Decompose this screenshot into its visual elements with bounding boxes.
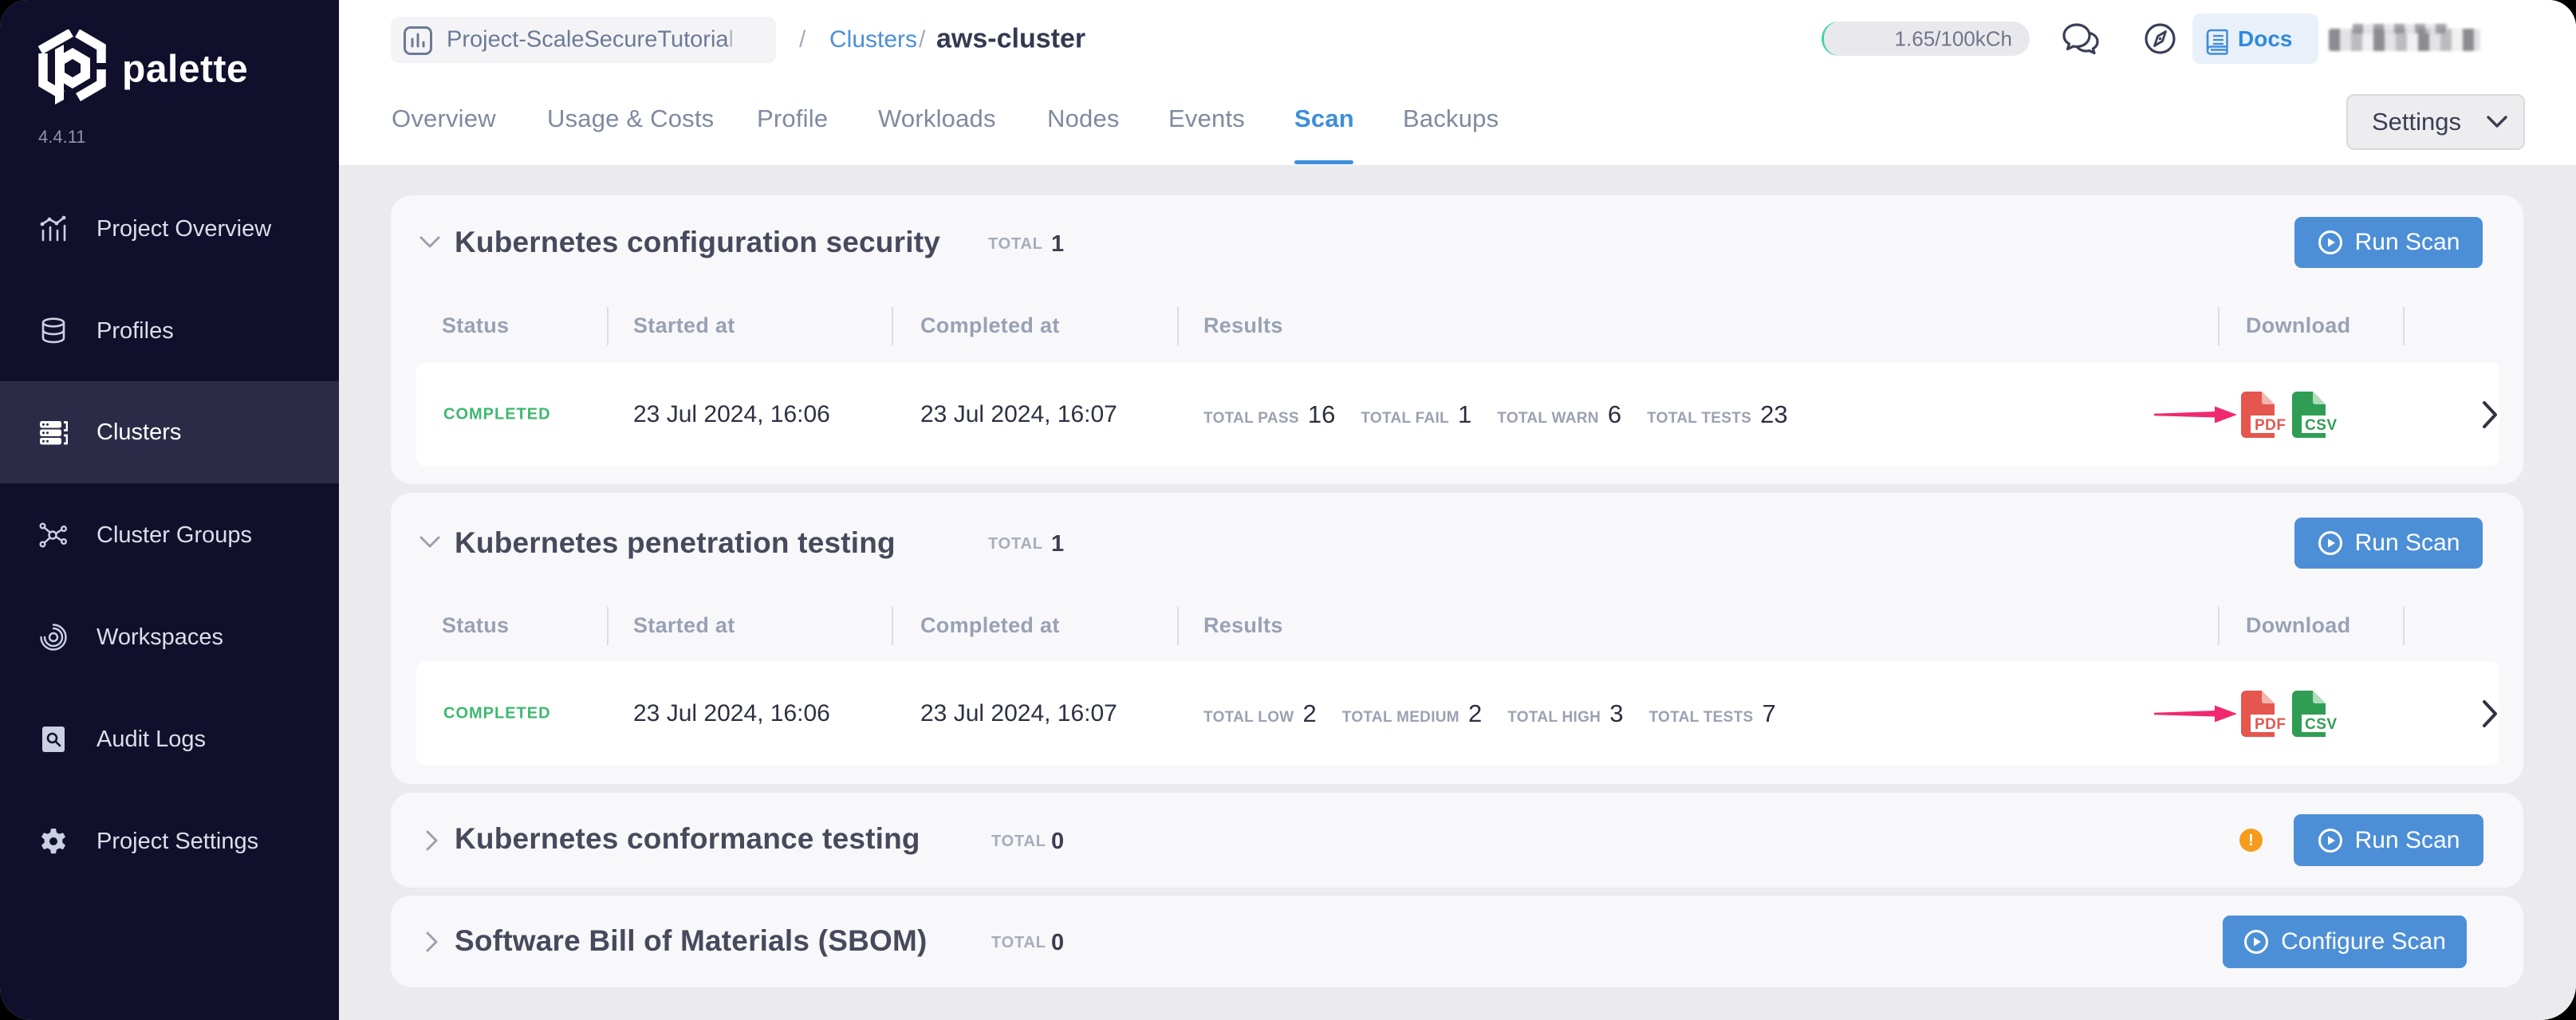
svg-text:PDF: PDF [2255, 716, 2286, 733]
svg-text:CSV: CSV [2305, 417, 2338, 434]
svg-text:CSV: CSV [2305, 716, 2338, 733]
svg-text:PDF: PDF [2255, 417, 2286, 434]
